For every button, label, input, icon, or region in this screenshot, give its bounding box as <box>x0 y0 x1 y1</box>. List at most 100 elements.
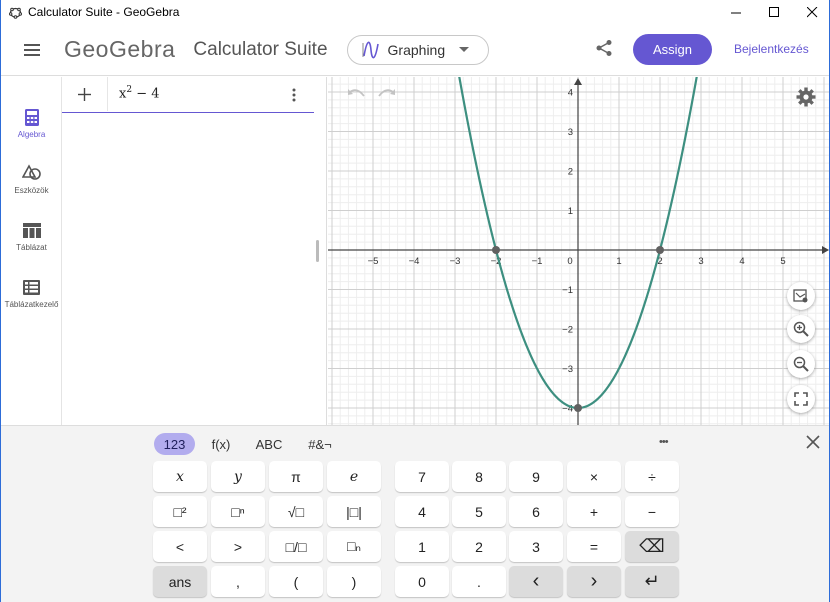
key-pi[interactable]: π <box>269 461 323 492</box>
key-9[interactable]: 9 <box>509 461 563 492</box>
key-decimal[interactable]: . <box>452 566 506 597</box>
keyboard-tab-letters[interactable]: ABC <box>248 433 290 455</box>
key-2[interactable]: 2 <box>452 531 506 562</box>
close-icon <box>806 6 817 17</box>
nav-spreadsheet-label: Táblázatkezelő <box>4 300 59 309</box>
key-fraction[interactable]: □/□ <box>269 531 323 562</box>
y-tick-label: 2 <box>568 167 573 178</box>
gear-icon[interactable] <box>796 87 816 107</box>
key-e[interactable]: e <box>327 461 381 492</box>
minimize-icon <box>730 12 741 13</box>
zoom-in-icon <box>793 321 809 337</box>
close-keyboard-icon[interactable] <box>806 435 820 449</box>
table-icon <box>22 222 41 238</box>
key-times[interactable]: × <box>567 461 621 492</box>
key-right[interactable]: › <box>567 566 621 597</box>
nav-spreadsheet[interactable]: Táblázatkezelő <box>1 277 62 309</box>
keyboard-tab-numbers[interactable]: 123 <box>154 433 195 455</box>
keyboard-tab-symbols[interactable]: #&¬ <box>301 433 339 455</box>
x-tick-label: −3 <box>450 256 461 267</box>
zoom-out-icon <box>793 356 809 372</box>
vertex-point <box>574 404 582 412</box>
key-power[interactable]: □ⁿ <box>211 496 265 527</box>
app-picker-label: Graphing <box>387 41 446 58</box>
nav-algebra-label: Algebra <box>17 130 46 139</box>
algebra-row[interactable]: x2 − 4 <box>62 77 314 113</box>
app-picker[interactable]: Graphing <box>346 34 489 65</box>
add-item-button[interactable] <box>62 77 108 111</box>
key-6[interactable]: 6 <box>509 496 563 527</box>
graphics-view[interactable]: −5 −4 −3 −2 −1 0 1 2 3 4 5 4 3 2 1 −1 −2 −3 −4 <box>328 77 830 425</box>
key-greater-than[interactable]: > <box>211 531 265 562</box>
key-8[interactable]: 8 <box>452 461 506 492</box>
key-square[interactable]: □² <box>153 496 207 527</box>
x-tick-label: −4 <box>409 256 420 267</box>
side-navigation: Algebra Eszközök Táblázat Táblázatkezelő <box>1 77 62 425</box>
fullscreen-icon <box>794 392 808 406</box>
undo-icon[interactable] <box>347 87 367 101</box>
share-button[interactable] <box>591 35 617 61</box>
redo-icon[interactable] <box>376 87 396 101</box>
y-tick-label: 1 <box>568 206 573 217</box>
hamburger-icon <box>24 43 40 56</box>
key-left[interactable]: ‹ <box>509 566 563 597</box>
key-sqrt[interactable]: √□ <box>269 496 323 527</box>
minimize-button[interactable] <box>717 0 755 24</box>
key-enter[interactable]: ↵ <box>625 566 679 597</box>
root-point <box>656 246 664 254</box>
zoom-in-button[interactable] <box>787 315 815 343</box>
key-backspace[interactable]: ⌫ <box>625 531 679 562</box>
graph-view-icon <box>793 289 808 303</box>
panel-resize-handle[interactable] <box>316 240 319 262</box>
key-3[interactable]: 3 <box>509 531 563 562</box>
key-comma[interactable]: , <box>211 566 265 597</box>
x-tick-label: 3 <box>698 256 703 267</box>
algebra-expression[interactable]: x2 − 4 <box>119 85 160 101</box>
key-close-paren[interactable]: ) <box>327 566 381 597</box>
nav-tools-label: Eszközök <box>14 186 49 195</box>
graph-style-button[interactable] <box>787 282 815 310</box>
menu-button[interactable] <box>17 35 47 65</box>
algebra-panel: x2 − 4 <box>62 77 327 425</box>
key-7[interactable]: 7 <box>395 461 449 492</box>
key-plus[interactable]: + <box>567 496 621 527</box>
y-tick-label: −1 <box>562 285 573 296</box>
key-y[interactable]: y <box>211 461 265 492</box>
key-4[interactable]: 4 <box>395 496 449 527</box>
nav-tools[interactable]: Eszközök <box>1 163 62 195</box>
key-equals[interactable]: = <box>567 531 621 562</box>
nav-table-label: Táblázat <box>16 243 47 252</box>
key-subscript[interactable]: □ₙ <box>327 531 381 562</box>
geogebra-app-icon <box>7 4 23 20</box>
share-icon <box>596 40 612 56</box>
key-0[interactable]: 0 <box>395 566 449 597</box>
app-header: GeoGebra Calculator Suite Graphing Assig… <box>1 24 829 76</box>
geogebra-logo[interactable]: GeoGebra <box>64 36 175 63</box>
y-tick-label: 4 <box>568 88 573 99</box>
key-ans[interactable]: ans <box>153 566 207 597</box>
zoom-out-button[interactable] <box>787 350 815 378</box>
keyboard-more-button[interactable]: ••• <box>659 436 669 448</box>
y-tick-label: −2 <box>562 325 573 336</box>
nav-algebra[interactable]: Algebra <box>1 107 62 139</box>
key-minus[interactable]: − <box>625 496 679 527</box>
caret-down-icon <box>459 46 470 52</box>
window-close-button[interactable] <box>793 0 829 24</box>
nav-table[interactable]: Táblázat <box>1 220 62 252</box>
item-options-button[interactable] <box>288 85 300 105</box>
maximize-button[interactable] <box>755 0 793 24</box>
key-abs[interactable]: |□| <box>327 496 381 527</box>
x-tick-label: 5 <box>780 256 785 267</box>
key-divide[interactable]: ÷ <box>625 461 679 492</box>
login-link[interactable]: Bejelentkezés <box>734 42 809 56</box>
key-less-than[interactable]: < <box>153 531 207 562</box>
key-1[interactable]: 1 <box>395 531 449 562</box>
key-x[interactable]: x <box>153 461 207 492</box>
keyboard-tab-functions[interactable]: f(x) <box>204 433 238 455</box>
assign-button[interactable]: Assign <box>633 34 712 65</box>
app-window: Calculator Suite - GeoGebra GeoGebra Cal… <box>0 0 830 602</box>
fullscreen-button[interactable] <box>787 385 815 413</box>
graph-canvas[interactable]: −5 −4 −3 −2 −1 0 1 2 3 4 54321−1−2−3−4 <box>328 77 830 425</box>
key-5[interactable]: 5 <box>452 496 506 527</box>
key-open-paren[interactable]: ( <box>269 566 323 597</box>
